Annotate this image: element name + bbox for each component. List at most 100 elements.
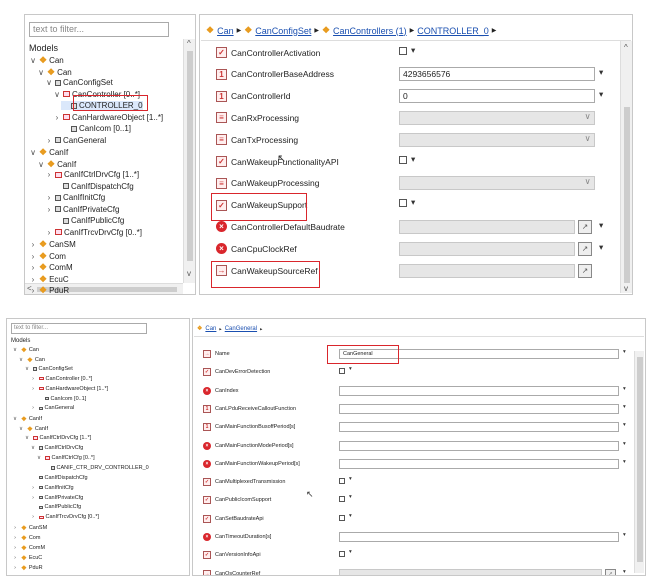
tree-item[interactable]: › CanController [0..*] [29, 376, 92, 382]
tree-item[interactable]: › CanGeneral [45, 136, 106, 145]
tree-item[interactable]: › ❖ PduR [11, 564, 43, 572]
chevron-down-icon[interactable]: ▾ [623, 569, 626, 575]
expand-down-icon[interactable]: ∨ [53, 90, 61, 99]
tree-item[interactable]: › CanIfTrcvDrvCfg [0..*] [45, 228, 142, 237]
param-value-field[interactable] [399, 219, 575, 234]
tree-item[interactable]: › ❖ CanSM [11, 524, 47, 532]
chevron-down-icon[interactable]: ▾ [623, 404, 626, 410]
tree-item[interactable]: › CanIfPrivateCfg [29, 495, 83, 501]
tree-item[interactable]: CanIfPublicCfg [53, 216, 124, 225]
breadcrumb-link[interactable]: CanControllers (1) [333, 26, 407, 36]
browse-reference-button[interactable]: ↗ [578, 241, 592, 256]
browse-reference-button[interactable]: ↗ [578, 263, 592, 278]
param-value-field[interactable] [339, 385, 619, 396]
expand-right-icon[interactable]: › [29, 252, 37, 261]
bottom-editor-vscroll[interactable] [634, 351, 644, 573]
expand-right-icon[interactable]: › [11, 535, 19, 541]
param-value-field[interactable] [339, 568, 602, 575]
expand-right-icon[interactable]: › [11, 545, 19, 551]
tree-item[interactable]: › CanHardwareObject [1..*] [53, 113, 164, 122]
expand-down-icon[interactable]: ∨ [45, 78, 53, 87]
tree-item[interactable]: › ❖ PduR [29, 285, 69, 294]
expand-down-icon[interactable]: ∨ [11, 416, 19, 422]
expand-right-icon[interactable]: › [29, 240, 37, 249]
top-filter-input[interactable]: text to filter... [29, 22, 169, 37]
param-checkbox[interactable] [399, 155, 407, 164]
chevron-down-icon[interactable]: ▾ [623, 386, 626, 392]
tree-item[interactable]: ∨ ❖ Can [37, 67, 72, 78]
chevron-down-icon[interactable]: ▾ [623, 441, 626, 447]
param-value-field[interactable] [399, 241, 575, 256]
expand-right-icon[interactable]: › [11, 565, 19, 571]
breadcrumb-link[interactable]: Can [205, 326, 216, 332]
chevron-down-icon[interactable]: ▾ [349, 366, 352, 372]
tree-item[interactable]: ∨ CanIfCtrlDrvCfg [29, 445, 83, 451]
tree-item[interactable]: › CanIfCtrlDrvCfg [1..*] [45, 170, 139, 179]
tree-item[interactable]: CanIfDispatchCfg [29, 475, 88, 481]
expand-right-icon[interactable]: › [29, 405, 37, 411]
tree-item[interactable]: ∨ ❖ CanIf [29, 147, 68, 158]
chevron-down-icon[interactable]: ▾ [599, 242, 603, 253]
expand-right-icon[interactable]: › [29, 386, 37, 392]
chevron-down-icon[interactable]: ▾ [411, 45, 415, 56]
breadcrumb-separator-icon[interactable]: ▶ [237, 27, 242, 34]
dropdown-arrow-icon[interactable]: ∨ [585, 176, 591, 187]
tree-item[interactable]: › ❖ ComM [11, 544, 45, 552]
tree-item[interactable]: ∨ ❖ Can [29, 55, 64, 66]
param-checkbox[interactable] [399, 46, 407, 55]
expand-down-icon[interactable]: ∨ [29, 148, 37, 157]
expand-right-icon[interactable]: › [29, 514, 37, 520]
param-checkbox[interactable] [339, 478, 345, 485]
expand-right-icon[interactable]: › [11, 555, 19, 561]
param-value-field[interactable]: 4293656576 [399, 67, 595, 82]
tree-item[interactable]: › ❖ CanSM [29, 239, 76, 250]
expand-down-icon[interactable]: ∨ [17, 357, 25, 363]
tree-item[interactable]: ∨ ❖ CanIf [37, 159, 76, 170]
expand-down-icon[interactable]: ∨ [29, 56, 37, 65]
expand-right-icon[interactable]: › [29, 263, 37, 272]
tree-item[interactable]: › ❖ Com [29, 251, 66, 262]
chevron-down-icon[interactable]: ▾ [411, 197, 415, 208]
breadcrumb-separator-icon[interactable]: ▶ [410, 27, 415, 34]
expand-down-icon[interactable]: ∨ [23, 366, 31, 372]
breadcrumb-separator-icon[interactable]: ▶ [260, 327, 262, 331]
param-checkbox[interactable] [339, 368, 345, 375]
expand-right-icon[interactable]: › [53, 113, 61, 122]
breadcrumb-separator-icon[interactable]: ▶ [219, 327, 221, 331]
tree-item[interactable]: › CanIfTrcvDrvCfg [0..*] [29, 514, 99, 520]
tree-item[interactable]: › ❖ EcuC [29, 274, 69, 285]
breadcrumb-separator-icon[interactable]: ▶ [314, 27, 319, 34]
param-checkbox[interactable] [339, 514, 345, 521]
tree-item[interactable]: ∨ CanIfCtrlCfg [0..*] [35, 455, 95, 461]
tree-item[interactable]: ∨ ❖ CanIf [17, 425, 48, 433]
expand-right-icon[interactable]: › [29, 275, 37, 284]
chevron-down-icon[interactable]: ▾ [599, 220, 603, 231]
tree-item[interactable]: CanIfPublicCfg [29, 504, 81, 510]
tree-item[interactable]: › ❖ EcuC [11, 554, 42, 562]
param-value-field[interactable] [339, 532, 619, 542]
tree-item[interactable]: ∨ ❖ Can [17, 356, 45, 364]
expand-right-icon[interactable]: › [29, 485, 37, 491]
chevron-down-icon[interactable]: ▾ [349, 513, 352, 519]
param-value-field[interactable]: 0 [399, 89, 595, 104]
browse-reference-button[interactable]: ↗ [578, 219, 592, 234]
expand-right-icon[interactable]: › [29, 286, 37, 294]
tree-item[interactable]: CANIF_CTR_DRV_CONTROLLER_0 [41, 465, 149, 471]
chevron-down-icon[interactable]: ▾ [599, 67, 603, 78]
chevron-down-icon[interactable]: ▾ [623, 459, 626, 465]
expand-right-icon[interactable]: › [45, 205, 53, 214]
param-checkbox[interactable] [339, 496, 345, 503]
expand-right-icon[interactable]: › [45, 170, 53, 179]
breadcrumb-separator-icon[interactable]: ▶ [492, 27, 497, 34]
tree-item[interactable]: › CanIfInitCfg [45, 193, 106, 202]
tree-item[interactable]: › CanIfPrivateCfg [45, 205, 120, 214]
tree-item[interactable]: › ❖ Com [11, 534, 40, 542]
param-checkbox[interactable] [399, 199, 407, 208]
expand-right-icon[interactable]: › [45, 136, 53, 145]
tree-item[interactable]: CanIcom [0..1] [35, 396, 86, 402]
tree-item[interactable]: ∨ CanConfigSet [23, 366, 73, 372]
param-value-field[interactable] [399, 110, 595, 125]
top-editor-vscroll[interactable]: ^ v [620, 41, 632, 293]
expand-down-icon[interactable]: ∨ [23, 435, 31, 441]
expand-right-icon[interactable]: › [45, 193, 53, 202]
